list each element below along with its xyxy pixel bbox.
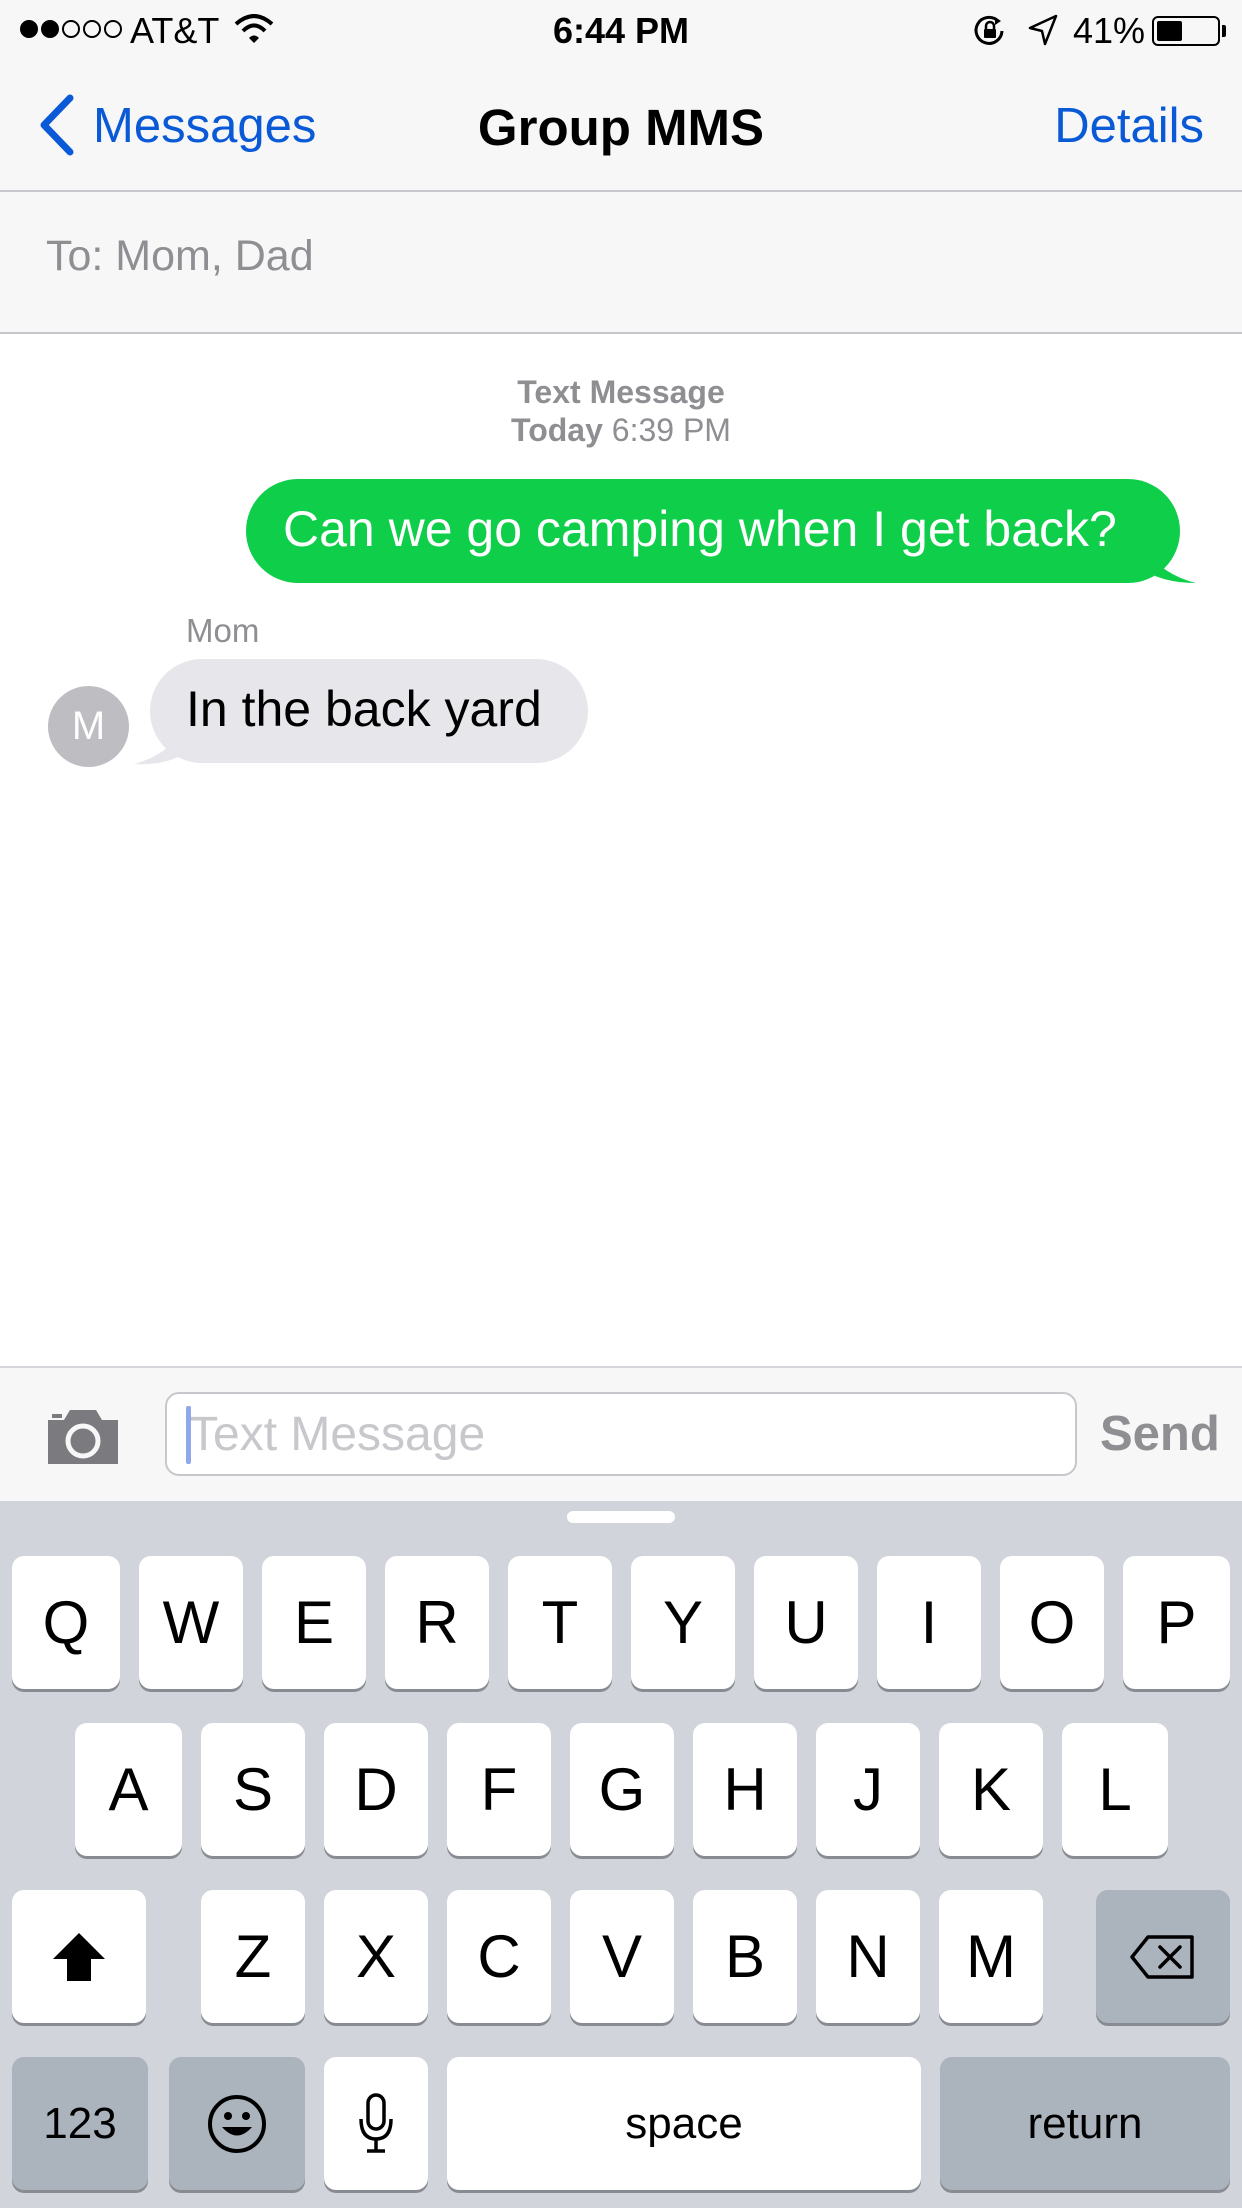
key-z[interactable]: Z [201,1890,305,2023]
key-a[interactable]: A [75,1723,182,1856]
key-v[interactable]: V [570,1890,674,2023]
key-n[interactable]: N [816,1890,920,2023]
delete-icon [1130,1934,1194,1979]
emoji-key[interactable] [169,2057,305,2190]
key-c[interactable]: C [447,1890,551,2023]
key-w[interactable]: W [139,1556,243,1689]
key-o[interactable]: O [1000,1556,1104,1689]
message-input-bar: Send [0,1366,1242,1501]
message-input[interactable] [165,1392,1077,1476]
key-r[interactable]: R [385,1556,489,1689]
microphone-key[interactable] [324,2057,428,2190]
status-bar: AT&T 6:44 PM 41% [0,0,1242,60]
key-g[interactable]: G [570,1723,674,1856]
thread-timestamp: Today 6:39 PM [0,412,1242,449]
battery-percent: 41% [1073,10,1146,51]
key-d[interactable]: D [324,1723,428,1856]
key-t[interactable]: T [508,1556,612,1689]
send-button[interactable]: Send [1100,1406,1220,1462]
battery-level [1157,21,1182,41]
key-u[interactable]: U [754,1556,858,1689]
microphone-icon [359,2092,393,2153]
key-b[interactable]: B [693,1890,797,2023]
navigation-bar: Messages Group MMS Details [0,60,1242,192]
keyboard-handle [567,1511,675,1523]
key-q[interactable]: Q [12,1556,120,1689]
shift-icon [53,1932,105,1981]
location-icon [1028,14,1058,46]
thread-header-title: Text Message [517,374,725,410]
numbers-key[interactable]: 123 [12,2057,148,2190]
shift-key[interactable] [12,1890,146,2023]
recipients-label: To: Mom, Dad [46,232,314,280]
key-p[interactable]: P [1123,1556,1230,1689]
key-y[interactable]: Y [631,1556,735,1689]
delete-key[interactable] [1096,1890,1230,2023]
incoming-message-text: In the back yard [186,681,542,737]
timestamp-time: 6:39 PM [611,412,731,448]
key-e[interactable]: E [262,1556,366,1689]
key-x[interactable]: X [324,1890,428,2023]
outgoing-bubble-tail [1140,545,1196,583]
details-button[interactable]: Details [1054,98,1204,154]
timestamp-day: Today [511,412,603,448]
keyboard: Q W E R T Y U I O P A S D F G H J K L Z … [0,1501,1242,2208]
key-k[interactable]: K [939,1723,1043,1856]
text-cursor [186,1406,191,1464]
key-h[interactable]: H [693,1723,797,1856]
avatar[interactable]: M [48,686,129,767]
key-f[interactable]: F [447,1723,551,1856]
sender-name: Mom [186,612,260,649]
camera-icon[interactable] [44,1406,122,1468]
key-i[interactable]: I [877,1556,981,1689]
battery-cap [1222,25,1226,37]
space-key[interactable]: space [447,2057,921,2190]
emoji-icon [208,2094,266,2153]
key-s[interactable]: S [201,1723,305,1856]
key-j[interactable]: J [816,1723,920,1856]
return-key[interactable]: return [940,2057,1230,2190]
outgoing-message-text: Can we go camping when I get back? [283,501,1117,557]
key-m[interactable]: M [939,1890,1043,2023]
key-l[interactable]: L [1062,1723,1168,1856]
recipients-field[interactable]: To: Mom, Dad [0,192,1242,334]
battery-icon [1152,16,1220,46]
orientation-lock-icon [974,15,1004,45]
